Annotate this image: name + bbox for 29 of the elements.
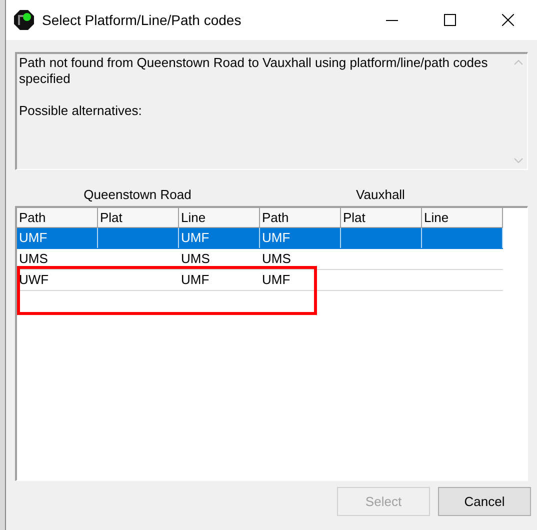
table-cell: UMF: [181, 272, 210, 287]
table-cell: UMS: [19, 251, 48, 266]
table-row[interactable]: UMF UMF UMF: [17, 228, 503, 249]
message-text: Path not found from Queenstown Road to Vauxhall using platform/line/path codes specified: [19, 55, 489, 87]
message-text: Possible alternatives:: [19, 103, 143, 119]
column-header[interactable]: Path: [17, 208, 98, 228]
table-cell: UMF: [181, 230, 210, 245]
scroll-up-icon[interactable]: [514, 60, 522, 65]
table-cell: UWF: [19, 272, 49, 287]
column-header[interactable]: Line: [422, 208, 503, 228]
table-row[interactable]: UMS UMS UMS: [17, 249, 503, 270]
table-cell: UMF: [19, 230, 48, 245]
app-icon: [14, 10, 34, 30]
table-cell: UMF: [262, 230, 290, 245]
column-header[interactable]: Plat: [98, 208, 179, 228]
close-icon: [502, 14, 514, 26]
station-label: Vauxhall: [356, 186, 405, 204]
table-cell: UMF: [262, 272, 290, 287]
scroll-down-icon[interactable]: [514, 158, 522, 163]
station-label: Queenstown Road: [84, 186, 192, 204]
maximize-icon: [444, 14, 456, 26]
table-row[interactable]: UWF UMF UMF: [17, 270, 503, 291]
cancel-button[interactable]: Cancel: [438, 487, 531, 516]
column-header[interactable]: Line: [179, 208, 260, 228]
window-title: Select Platform/Line/Path codes: [42, 10, 242, 30]
table-cell: UMS: [262, 251, 291, 266]
table-cell: UMS: [181, 251, 210, 266]
column-header[interactable]: Plat: [341, 208, 422, 228]
column-header[interactable]: Path: [260, 208, 341, 228]
